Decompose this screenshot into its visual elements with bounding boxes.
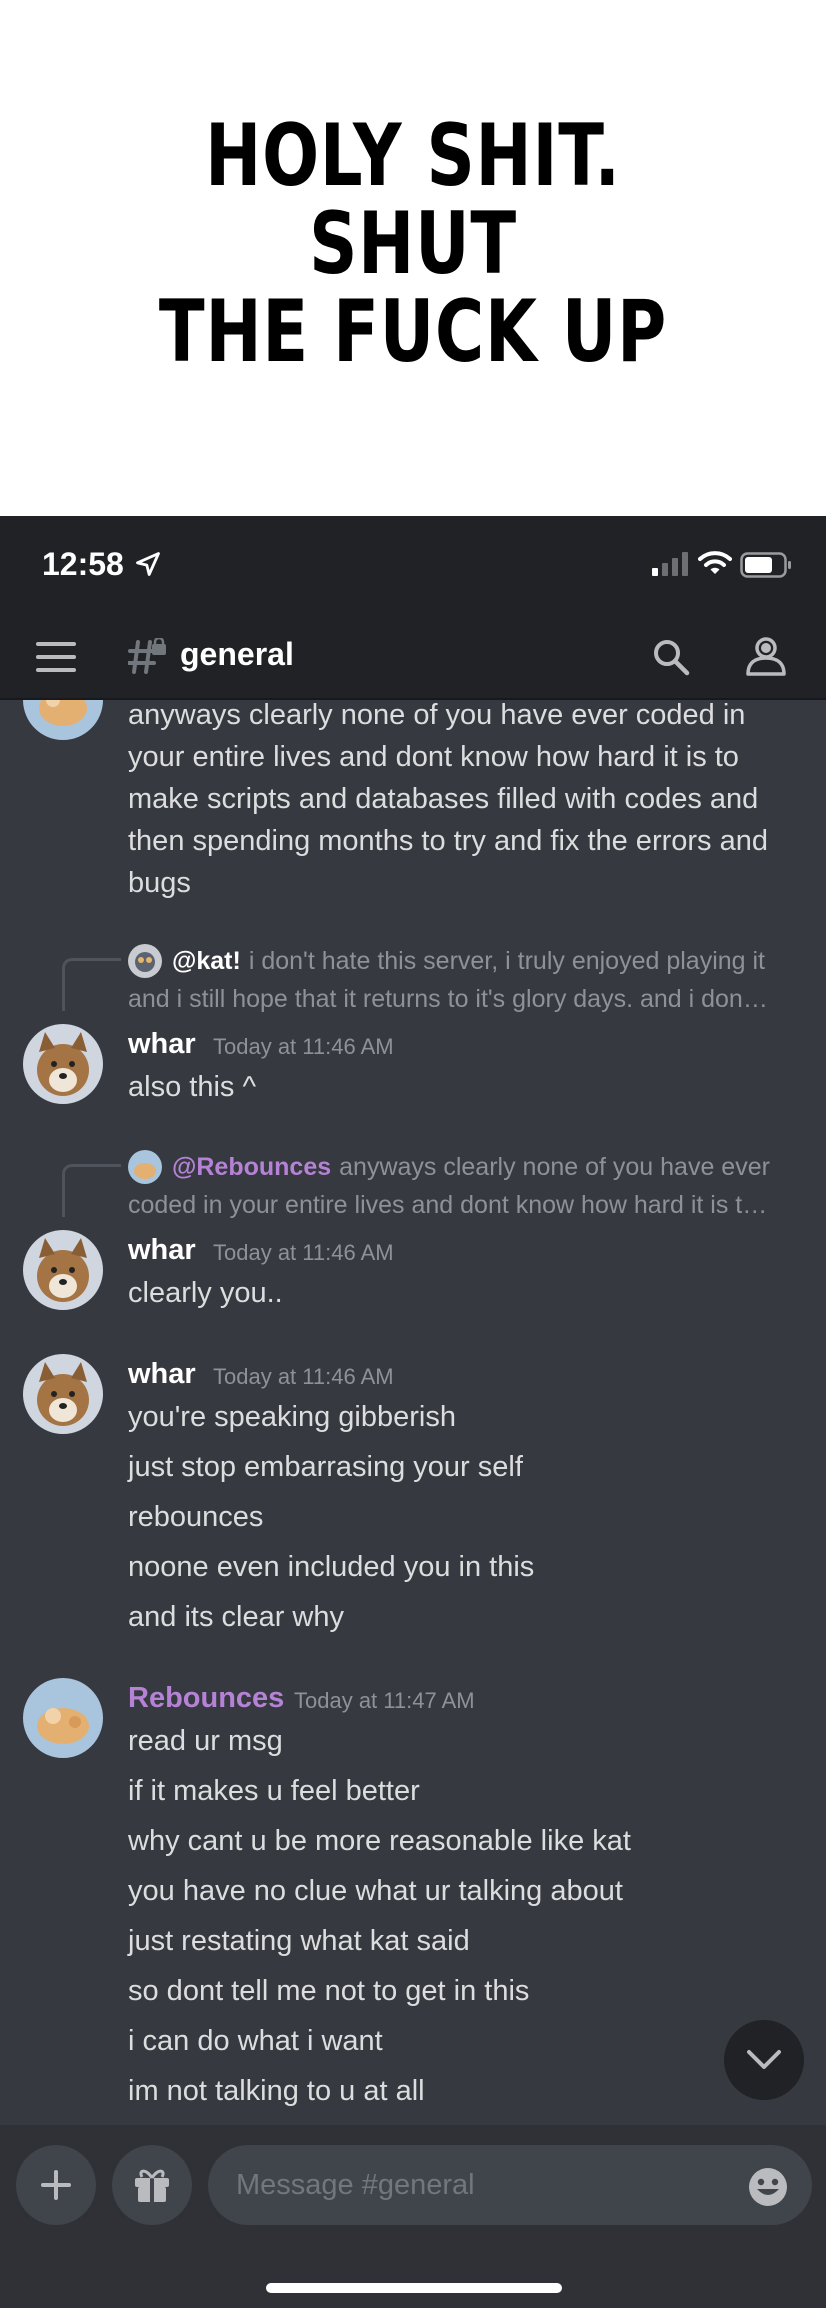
rebounces-avatar[interactable] [23, 1678, 103, 1758]
message-input[interactable] [208, 2145, 812, 2225]
username[interactable]: whar [128, 1234, 196, 1267]
reply-connector [62, 958, 121, 1011]
message-timestamp: Today at 11:46 AM [213, 1240, 394, 1265]
locked-channel-hash-icon [128, 638, 166, 674]
emoji-icon[interactable] [748, 2167, 788, 2207]
plus-icon [41, 2170, 71, 2200]
channel-header: general [0, 616, 826, 700]
username[interactable]: Rebounces [128, 1682, 284, 1715]
add-attachment-button[interactable] [16, 2145, 96, 2225]
location-arrow-icon [136, 552, 160, 576]
gift-icon [135, 2169, 169, 2202]
message-text: you're speaking gibberish [128, 1401, 456, 1433]
home-indicator[interactable] [266, 2283, 562, 2293]
message-text: just stop embarrasing your self [128, 1451, 523, 1483]
whar-avatar[interactable] [23, 1024, 103, 1104]
message-text: and its clear why [128, 1601, 344, 1633]
kat-reply-avatar [128, 944, 162, 978]
message-text: noone even included you in this [128, 1551, 535, 1583]
message-text: so dont tell me not to get in this [128, 1975, 530, 2007]
message-composer [0, 2125, 826, 2308]
rebounces-avatar[interactable] [23, 700, 103, 740]
message-text: if it makes u feel better [128, 1775, 420, 1807]
wifi-icon [698, 551, 732, 574]
message-timestamp: Today at 11:47 AM [294, 1688, 475, 1713]
search-icon[interactable] [652, 638, 690, 676]
message-text: also this ^ [128, 1071, 257, 1103]
cellular-signal-icon [652, 552, 688, 576]
hamburger-menu-icon[interactable] [36, 640, 76, 674]
message-text: you have no clue what ur talking about [128, 1875, 623, 1907]
reply-text: i don't hate this server, i truly enjoye… [248, 947, 766, 975]
gift-nitro-button[interactable] [112, 2145, 192, 2225]
message-timestamp: Today at 11:46 AM [213, 1034, 394, 1059]
message-text: clearly you.. [128, 1277, 283, 1309]
username[interactable]: whar [128, 1028, 196, 1061]
reply-connector [62, 1164, 121, 1217]
whar-avatar[interactable] [23, 1230, 103, 1310]
channel-name[interactable]: general [180, 636, 294, 673]
message-text: just restating what kat said [128, 1925, 470, 1957]
meme-image: HOLY SHIT. SHUT THE FUCK UP [0, 0, 826, 516]
message-text: why cant u be more reasonable like kat [128, 1825, 631, 1857]
reply-mention[interactable]: @kat! [172, 947, 241, 975]
reply-preview[interactable]: @kat! i don't hate this server, i truly e… [172, 942, 802, 980]
reply-preview[interactable]: @Rebounces anyways clearly none of you ha… [172, 1148, 802, 1186]
jump-to-present-button[interactable] [724, 2020, 804, 2100]
message-text: read ur msg [128, 1725, 283, 1757]
message-text: anyways clearly none of you have ever co… [128, 700, 768, 899]
reply-text-continued: coded in your entire lives and dont know… [128, 1191, 768, 1219]
message-text: rebounces [128, 1501, 264, 1533]
reply-mention[interactable]: @Rebounces [172, 1153, 331, 1181]
message-text: im not talking to u at all [128, 2075, 425, 2107]
username[interactable]: whar [128, 1358, 196, 1391]
chevron-down-icon [747, 2050, 781, 2069]
message-text: i can do what i want [128, 2025, 383, 2057]
whar-avatar[interactable] [23, 1354, 103, 1434]
members-list-icon[interactable] [744, 636, 788, 676]
status-time: 12:58 [42, 546, 124, 582]
reply-text-continued: and i still hope that it returns to it's… [128, 985, 768, 1013]
reply-text: anyways clearly none of you have ever [339, 1153, 770, 1181]
rebounces-reply-avatar [128, 1150, 162, 1184]
meme-caption: HOLY SHIT. SHUT THE FUCK UP [158, 106, 668, 382]
message-timestamp: Today at 11:46 AM [213, 1364, 394, 1389]
battery-icon [740, 552, 791, 578]
status-bar: 12:58 [0, 516, 826, 616]
message-list[interactable]: anyways clearly none of you have ever co… [0, 700, 826, 2125]
